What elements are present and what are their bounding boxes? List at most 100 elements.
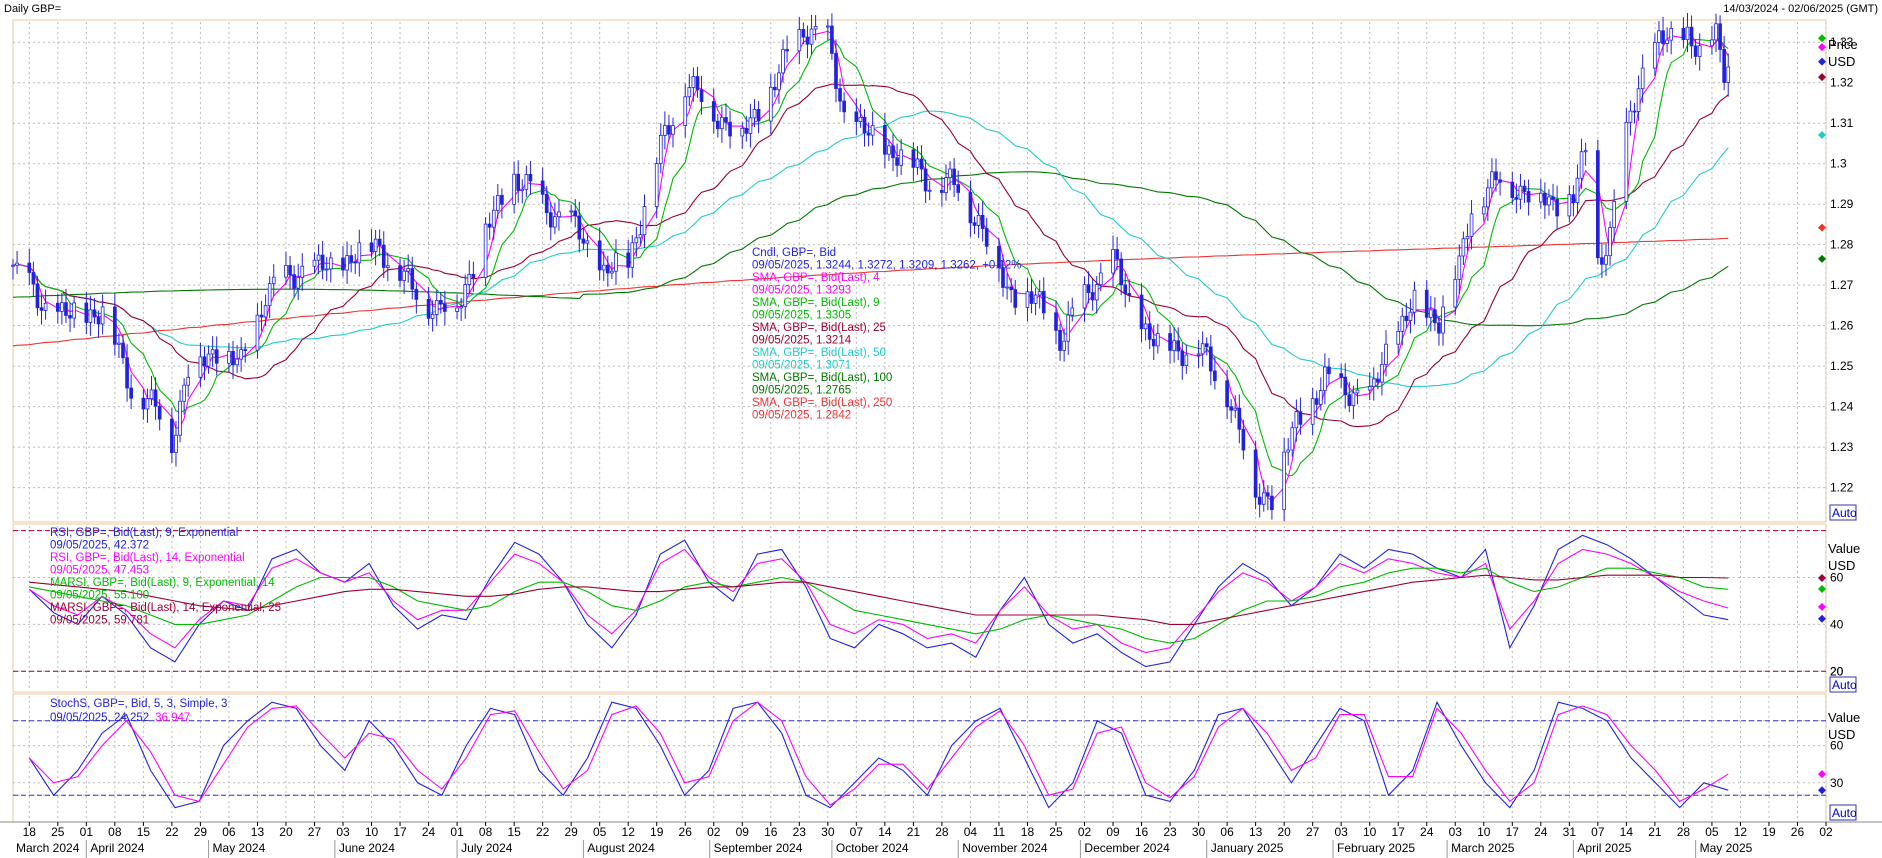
x-day-label: 15 [137, 825, 151, 839]
x-day-label: 10 [1477, 825, 1491, 839]
candle-body [1298, 411, 1303, 425]
candle-body [1147, 323, 1152, 340]
candle-body [467, 273, 472, 285]
x-day-label: 08 [108, 825, 122, 839]
legend-value: 09/05/2025, 1.3071 [752, 360, 851, 372]
x-day-label: 22 [165, 825, 179, 839]
price-auto-label: Auto [1832, 506, 1857, 520]
candle-body [1669, 28, 1674, 41]
candle-body [663, 125, 667, 136]
candle-body [373, 238, 378, 252]
candle-body [980, 214, 985, 229]
x-day-label: 26 [1791, 825, 1805, 839]
candle-body [606, 264, 610, 274]
candle-body [1453, 279, 1458, 308]
price-axis-title: Price [1828, 37, 1858, 52]
candle-body [463, 284, 468, 307]
legend-name: MARSI, GBP=, Bid(Last), 14, Exponential,… [50, 602, 281, 614]
candle-body [11, 264, 15, 267]
candle-body [483, 223, 488, 278]
candle-body [426, 299, 431, 319]
x-day-label: 10 [1363, 825, 1377, 839]
x-day-label: 22 [536, 825, 550, 839]
candle-body [170, 418, 174, 454]
candle-body [805, 36, 810, 45]
chart-canvas[interactable]: 1.22 1.23 1.24 1.25 1.26 1.27 1.28 1.29 1.3 1.31 1… [0, 0, 1882, 858]
candle-body [1037, 291, 1042, 296]
x-month-label: June 2024 [339, 841, 395, 855]
x-day-label: 03 [1449, 825, 1463, 839]
candle-body [1029, 291, 1034, 304]
stoch-legend-d: 36.947 [155, 712, 190, 724]
candle-body [887, 145, 891, 155]
candle-body [516, 173, 521, 191]
candle-body [1270, 495, 1274, 511]
candle-body [610, 270, 614, 274]
price-auto-button[interactable]: Auto [1829, 504, 1857, 521]
candle-body [68, 315, 72, 319]
x-day-label: 23 [1163, 825, 1177, 839]
candle-body [1653, 42, 1657, 69]
legend-name: RSI, GBP=, Bid(Last), 9, Exponential [50, 527, 238, 539]
candle-body [972, 222, 977, 226]
candle-body [1726, 66, 1731, 83]
x-month-label: April 2024 [90, 841, 144, 855]
candle-body [1204, 343, 1209, 348]
candle-body [443, 303, 447, 312]
candle-body [1351, 392, 1356, 406]
x-day-label: 03 [336, 825, 350, 839]
candle-body [1339, 373, 1344, 378]
candle-body [96, 316, 101, 325]
candle-body [243, 349, 248, 351]
legend-name: SMA, GBP=, Bid(Last), 9 [752, 297, 880, 309]
candle-body [369, 242, 374, 252]
candle-body [227, 350, 231, 364]
candle-body [377, 238, 382, 246]
x-day-label: 24 [1420, 825, 1434, 839]
x-day-label: 29 [194, 825, 208, 839]
candle-body [520, 188, 525, 191]
x-day-label: 20 [279, 825, 293, 839]
candle-body [895, 157, 899, 166]
candle-body [830, 25, 834, 54]
x-day-label: 18 [1021, 825, 1035, 839]
candle-body [1722, 48, 1726, 83]
candle-body [1481, 206, 1486, 215]
x-day-label: 02 [707, 825, 721, 839]
candle-body [1693, 45, 1698, 57]
legend-name: SMA, GBP=, Bid(Last), 100 [752, 372, 892, 384]
candle-body [402, 270, 406, 281]
stoch-legend-name: StochS, GBP=, Bid, 5, 3, Simple, 3 [50, 698, 227, 710]
x-day-label: 19 [650, 825, 664, 839]
candle-body [1009, 286, 1013, 291]
candle-body [548, 212, 553, 228]
x-month-label: July 2024 [461, 841, 513, 855]
candle-body [1457, 255, 1462, 280]
candle-body [728, 121, 732, 137]
price-tick-label: 1.28 [1830, 238, 1854, 252]
candle-body [752, 109, 757, 119]
rsi-axis-currency: USD [1828, 558, 1855, 573]
x-month-label: August 2024 [587, 841, 655, 855]
candle-body [1441, 306, 1445, 334]
x-day-label: 21 [1648, 825, 1662, 839]
candle-body [1624, 121, 1629, 202]
candle-body [487, 223, 492, 228]
stoch-auto-button[interactable]: Auto [1829, 804, 1857, 821]
stoch-legend-values: 09/05/2025, 24.252 36.947 [50, 712, 190, 724]
candle-body [1119, 258, 1123, 286]
rsi-auto-button[interactable]: Auto [1829, 676, 1857, 693]
candle-body [300, 265, 305, 278]
candle-body [381, 244, 386, 268]
candle-body [1412, 289, 1417, 313]
x-day-label: 09 [736, 825, 750, 839]
candle-body [1070, 307, 1075, 316]
candle-body [1062, 340, 1066, 351]
x-day-label: 26 [679, 825, 693, 839]
candle-body [512, 173, 516, 205]
candle-body [1005, 286, 1009, 289]
candle-body [296, 277, 301, 289]
candle-body [891, 145, 895, 159]
candle-body [1600, 257, 1604, 265]
candle-body [414, 288, 419, 300]
